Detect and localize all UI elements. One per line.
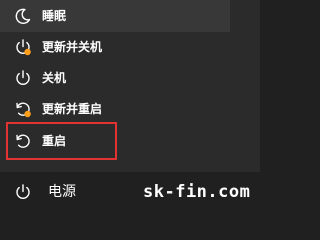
start-menu-footer: 电源 sk-fin.com — [0, 172, 260, 211]
power-button-label: 电源 — [48, 184, 76, 200]
watermark: sk-fin.com — [143, 182, 251, 202]
menu-item-update-and-shutdown[interactable]: 更新并关机 — [0, 31, 230, 63]
restart-icon — [14, 100, 32, 118]
power-icon — [14, 69, 32, 87]
menu-item-label: 更新并重启 — [42, 102, 103, 116]
menu-item-update-and-restart[interactable]: 更新并重启 — [0, 93, 230, 125]
update-badge-icon — [24, 48, 31, 56]
menu-item-sleep[interactable]: 睡眠 — [0, 0, 230, 32]
menu-item-label: 重启 — [42, 134, 67, 148]
restart-icon — [14, 132, 32, 150]
menu-item-label: 关机 — [42, 71, 67, 85]
menu-item-shutdown[interactable]: 关机 — [0, 62, 230, 94]
moon-icon — [14, 7, 32, 25]
power-icon — [14, 183, 32, 201]
power-menu: 睡眠 更新并关机 关机 更新并重启 重启 — [0, 0, 260, 172]
power-icon — [14, 38, 32, 56]
menu-item-label: 睡眠 — [42, 9, 67, 23]
update-badge-icon — [24, 110, 31, 118]
menu-item-restart[interactable]: 重启 — [0, 125, 230, 157]
menu-item-label: 更新并关机 — [42, 40, 103, 54]
power-button[interactable]: 电源 — [0, 172, 140, 211]
